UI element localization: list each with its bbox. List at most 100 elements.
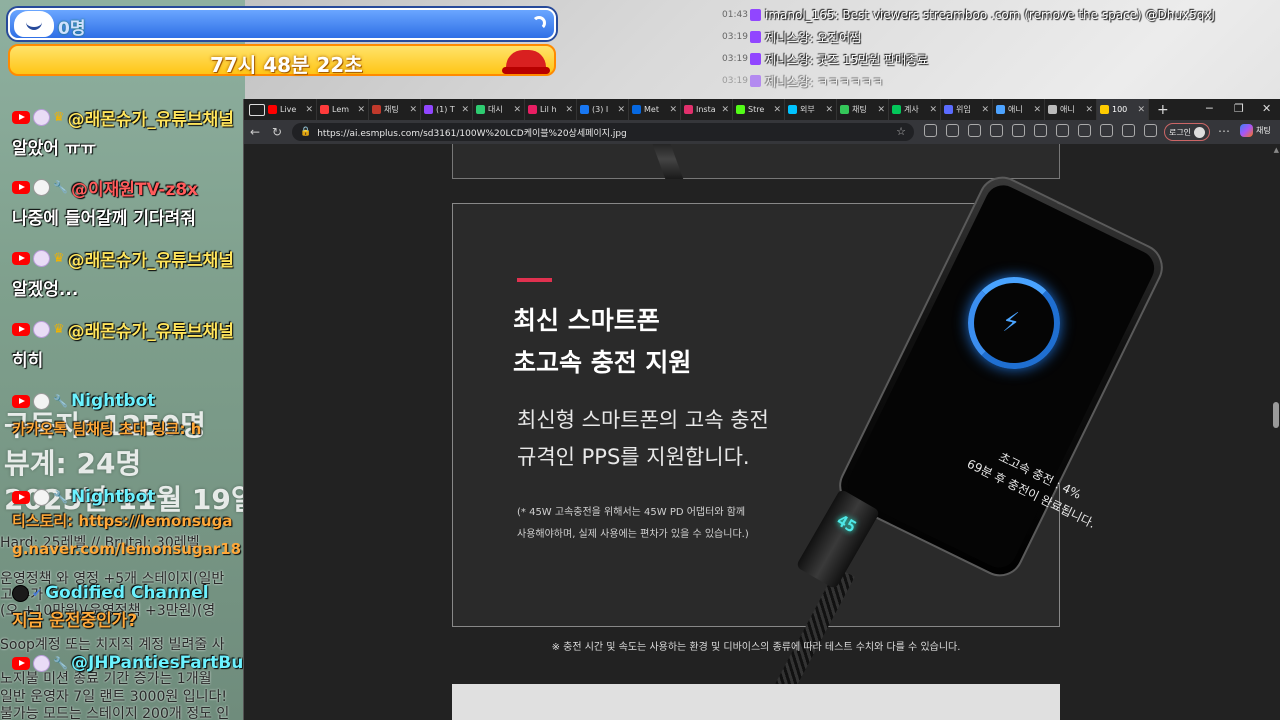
- tab-label: 위임: [956, 105, 971, 114]
- chat-text: 티스토리: https://lemonsuga: [12, 512, 233, 530]
- copilot-button[interactable]: 채팅: [1240, 124, 1271, 137]
- chat-text: 카카오톡 팀채팅 초대 링크: h: [12, 420, 202, 438]
- tab-favicon-icon: [1100, 105, 1109, 114]
- back-icon[interactable]: ←: [244, 125, 266, 139]
- tab-label: 채팅: [852, 105, 867, 114]
- reload-icon[interactable]: ↻: [266, 125, 288, 139]
- chat-text: 알겠엉...: [12, 280, 79, 300]
- browser-tab[interactable]: Live ✕: [265, 99, 317, 120]
- tab-favicon-icon: [684, 105, 693, 114]
- browser-tab[interactable]: Insta ✕: [681, 99, 733, 120]
- scroll-up-icon[interactable]: ▲: [1274, 146, 1279, 154]
- browser-tab[interactable]: 위임 ✕: [941, 99, 993, 120]
- browser-tab[interactable]: 100 ✕: [1097, 99, 1149, 120]
- tab-close-icon[interactable]: ✕: [409, 105, 417, 115]
- apps-icon[interactable]: [1122, 124, 1135, 137]
- product-image-section: 최신 스마트폰 초고속 충전 지원 최신형 스마트폰의 고속 충전 규격인 PP…: [452, 168, 1171, 701]
- tab-favicon-icon: [840, 105, 849, 114]
- browser-tab[interactable]: Lil h ✕: [525, 99, 577, 120]
- maximize-button[interactable]: ❐: [1234, 102, 1244, 115]
- history-icon[interactable]: [1034, 124, 1047, 137]
- tab-close-icon[interactable]: ✕: [877, 105, 885, 115]
- tab-close-icon[interactable]: ✕: [929, 105, 937, 115]
- chat-username: @JHPantiesFartButt: [70, 653, 260, 673]
- address-bar[interactable]: 🔒 https://ai.esmplus.com/sd3161/100W%20L…: [292, 123, 914, 141]
- chat-username: Godified Channel: [45, 583, 209, 603]
- extensions-icon[interactable]: [968, 124, 981, 137]
- performance-icon[interactable]: [1078, 124, 1091, 137]
- tab-label: (3) I: [592, 105, 609, 114]
- new-tab-button[interactable]: +: [1157, 102, 1169, 118]
- crown-icon: ♛: [53, 109, 65, 125]
- browser-tab[interactable]: (1) T ✕: [421, 99, 473, 120]
- browser-tab[interactable]: 애니 ✕: [1045, 99, 1097, 120]
- downloads-icon[interactable]: [1056, 124, 1069, 137]
- subathon-timer-bar: 77시 48분 22초: [8, 44, 556, 77]
- scrollbar-thumb[interactable]: [1273, 402, 1279, 428]
- tab-close-icon[interactable]: ✕: [825, 105, 833, 115]
- browser-tab[interactable]: 채팅 ✕: [369, 99, 421, 120]
- tab-close-icon[interactable]: ✕: [461, 105, 469, 115]
- chat-message: 🔧 Nightbot 티스토리: https://lemonsuga: [12, 486, 232, 531]
- page-viewport: ▲ 최신 스마트폰 초고속 충전 지원 최신형 스마트폰의 고속 충전 규격인 …: [244, 144, 1280, 720]
- collections-icon[interactable]: [1012, 124, 1025, 137]
- wrench-icon: 🔧: [53, 656, 68, 670]
- refresh-icon[interactable]: [924, 124, 937, 137]
- browser-tab[interactable]: 애니 ✕: [993, 99, 1045, 120]
- overlay-today-count: 뷰계: 24명: [4, 447, 142, 480]
- browser-tab[interactable]: 외부 ✕: [785, 99, 837, 120]
- tab-label: 애니: [1008, 105, 1023, 114]
- tab-close-icon[interactable]: ✕: [981, 105, 989, 115]
- tab-close-icon[interactable]: ✕: [1137, 105, 1145, 115]
- close-button[interactable]: ✕: [1262, 102, 1271, 115]
- profile-button[interactable]: 로그인: [1164, 123, 1210, 141]
- next-image-section: [452, 684, 1060, 720]
- timer-value: 77시 48분 22초: [210, 53, 363, 77]
- favorites-icon[interactable]: [990, 124, 1003, 137]
- browser-tab[interactable]: (3) I ✕: [577, 99, 629, 120]
- mascot-icon: [14, 11, 54, 37]
- tab-close-icon[interactable]: ✕: [565, 105, 573, 115]
- tab-favicon-icon: [632, 105, 641, 114]
- youtube-icon: [12, 394, 30, 408]
- more-menu-icon[interactable]: ⋯: [1218, 124, 1230, 138]
- chat-message: ♛ @래몬슈가_유튜브채널 히히: [12, 318, 234, 371]
- browser-tab[interactable]: 계사 ✕: [889, 99, 941, 120]
- tab-close-icon[interactable]: ✕: [1033, 105, 1041, 115]
- tab-close-icon[interactable]: ✕: [773, 105, 781, 115]
- chat-message: ♛ @래몬슈가_유튜브채널 알겠엉...: [12, 247, 234, 300]
- product-description: 최신형 스마트폰의 고속 충전 규격인 PPS를 지원합니다.: [517, 402, 769, 476]
- screenshot-icon[interactable]: [1100, 124, 1113, 137]
- tab-close-icon[interactable]: ✕: [305, 105, 313, 115]
- browser-tab[interactable]: 채팅 ✕: [837, 99, 889, 120]
- minimize-button[interactable]: ─: [1206, 102, 1213, 115]
- tab-close-icon[interactable]: ✕: [617, 105, 625, 115]
- twitch-icon: [750, 9, 761, 21]
- bookmark-star-icon[interactable]: ☆: [896, 125, 906, 138]
- lock-icon[interactable]: 🔒: [300, 127, 311, 137]
- tab-close-icon[interactable]: ✕: [1085, 105, 1093, 115]
- chat-text: 제니스왕: ㅋㅋㅋㅋㅋㅋ: [765, 74, 884, 89]
- browser-tab[interactable]: Met ✕: [629, 99, 681, 120]
- hat-icon: [502, 50, 550, 74]
- note-line: 사용해야하며, 실제 사용에는 편차가 있을 수 있습니다.): [517, 529, 749, 540]
- tab-label: Met: [644, 105, 659, 114]
- tab-close-icon[interactable]: ✕: [669, 105, 677, 115]
- split-screen-icon[interactable]: [946, 124, 959, 137]
- window-menu-icon[interactable]: [249, 103, 265, 116]
- wrench-icon: 🔧: [53, 180, 68, 194]
- tab-close-icon[interactable]: ✕: [513, 105, 521, 115]
- chat-message: 🔧 Nightbot 카카오톡 팀채팅 초대 링크: h: [12, 390, 201, 439]
- browser-tab[interactable]: Stre ✕: [733, 99, 785, 120]
- browser-tab[interactable]: Lem ✕: [317, 99, 369, 120]
- twitch-icon: [750, 31, 761, 43]
- youtube-icon: [12, 110, 30, 124]
- browser-tab[interactable]: 대시 ✕: [473, 99, 525, 120]
- tab-close-icon[interactable]: ✕: [721, 105, 729, 115]
- tab-close-icon[interactable]: ✕: [357, 105, 365, 115]
- lightning-icon: ⚡: [1002, 308, 1021, 338]
- workspaces-icon[interactable]: [1144, 124, 1157, 137]
- tab-favicon-icon: [424, 105, 433, 114]
- url-text: https://ai.esmplus.com/sd3161/100W%20LCD…: [317, 128, 627, 139]
- avatar: [33, 108, 50, 126]
